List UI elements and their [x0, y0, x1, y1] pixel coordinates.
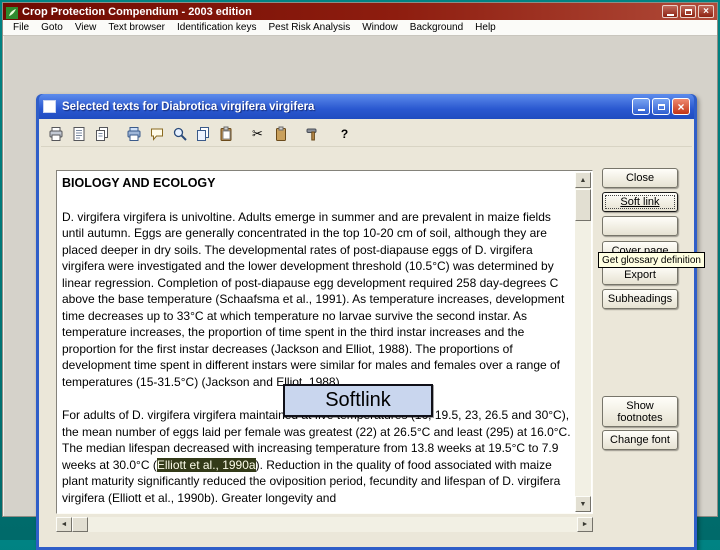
app-workspace: Selected texts for Diabrotica virgifera … [3, 36, 717, 550]
text-area: BIOLOGY AND ECOLOGY D. virgifera virgife… [56, 170, 593, 514]
button-label: Subheadings [607, 293, 673, 305]
help-icon[interactable]: ? [333, 123, 356, 144]
app-close-button[interactable]: × [698, 5, 714, 18]
button-label: Change font [610, 434, 670, 446]
app-minimize-button[interactable] [662, 5, 678, 18]
export-button[interactable]: Export [602, 265, 678, 285]
copy-pages-icon[interactable] [90, 123, 113, 144]
app-titlebar[interactable]: Crop Protection Compendium - 2003 editio… [3, 3, 717, 20]
menu-identification-keys[interactable]: Identification keys [171, 21, 263, 34]
tools-icon[interactable] [301, 123, 324, 144]
app-title: Crop Protection Compendium - 2003 editio… [22, 5, 252, 18]
button-label: Show footnotes [617, 399, 663, 424]
vertical-scrollbar-thumb[interactable] [575, 189, 591, 221]
softlink-popup-label: Softlink [325, 389, 391, 411]
close-button[interactable]: Close [602, 168, 678, 188]
annotation-icon[interactable] [145, 123, 168, 144]
close-icon: × [677, 99, 685, 114]
down-arrow-icon: ▼ [579, 500, 587, 508]
soft-link-button[interactable]: Soft link [602, 192, 678, 212]
doc-toolbar: ✂ ? [41, 121, 692, 147]
document-text[interactable]: BIOLOGY AND ECOLOGY D. virgifera virgife… [58, 172, 575, 512]
change-font-button[interactable]: Change font [602, 430, 678, 450]
close-icon: × [703, 5, 709, 17]
doc-window: Selected texts for Diabrotica virgifera … [36, 94, 705, 550]
app-window: Crop Protection Compendium - 2003 editio… [2, 2, 718, 550]
horizontal-scrollbar-thumb[interactable] [72, 517, 88, 532]
button-label: Export [624, 269, 656, 281]
button-label: Soft link [620, 196, 660, 208]
horizontal-scrollbar[interactable]: ◄ ► [56, 517, 593, 532]
scroll-left-button[interactable]: ◄ [56, 517, 72, 532]
app-menubar: File Goto View Text browser Identificati… [3, 20, 717, 36]
menu-window[interactable]: Window [356, 21, 404, 34]
tooltip-text: Get glossary definition [602, 254, 701, 266]
scroll-up-button[interactable]: ▲ [575, 172, 591, 188]
vertical-scrollbar[interactable]: ▲ ▼ [575, 172, 591, 512]
up-arrow-icon: ▲ [579, 176, 587, 184]
doc-window-icon [43, 100, 56, 113]
right-arrow-icon: ► [581, 521, 589, 528]
view-text-icon[interactable] [67, 123, 90, 144]
softlink-popup: Softlink [283, 384, 433, 417]
print-icon[interactable] [44, 123, 67, 144]
document-heading: BIOLOGY AND ECOLOGY [62, 176, 216, 190]
scroll-down-button[interactable]: ▼ [575, 496, 591, 512]
menu-text-browser[interactable]: Text browser [102, 21, 171, 34]
minimize-icon [666, 13, 674, 16]
paste-icon[interactable] [214, 123, 237, 144]
button-label: Close [625, 172, 655, 184]
doc-maximize-button[interactable] [652, 98, 670, 115]
menu-pest-risk-analysis[interactable]: Pest Risk Analysis [263, 21, 357, 34]
maximize-icon [657, 103, 665, 110]
doc-titlebar[interactable]: Selected texts for Diabrotica virgifera … [39, 94, 694, 119]
clipboard-icon[interactable] [269, 123, 292, 144]
menu-file[interactable]: File [7, 21, 35, 34]
menu-help[interactable]: Help [469, 21, 502, 34]
doc-window-title: Selected texts for Diabrotica virgifera … [62, 100, 315, 113]
doc-client-area: ✂ ? BIOLOGY AND ECOLOGY D. virgifera vir… [39, 119, 705, 547]
show-footnotes-button[interactable]: Show footnotes [602, 396, 678, 427]
doc-minimize-button[interactable] [632, 98, 650, 115]
menu-goto[interactable]: Goto [35, 21, 69, 34]
scroll-right-button[interactable]: ► [577, 517, 593, 532]
menu-view[interactable]: View [69, 21, 103, 34]
copy-icon[interactable] [191, 123, 214, 144]
print-selection-icon[interactable] [122, 123, 145, 144]
left-arrow-icon: ◄ [60, 521, 68, 528]
search-icon[interactable] [168, 123, 191, 144]
app-icon [6, 6, 18, 19]
doc-close-button[interactable]: × [672, 98, 690, 115]
subheadings-button[interactable]: Subheadings [602, 289, 678, 309]
glossary-tooltip: Get glossary definition [598, 252, 705, 268]
menu-background[interactable]: Background [404, 21, 469, 34]
maximize-icon [684, 8, 692, 15]
document-paragraph: D. virgifera virgifera is univoltine. Ad… [62, 209, 565, 389]
document-paragraph: For adults of D. virgifera virgifera mai… [62, 407, 573, 506]
cut-icon[interactable]: ✂ [246, 123, 269, 144]
app-maximize-button[interactable] [680, 5, 696, 18]
hidden-button[interactable] [602, 216, 678, 236]
softlink-citation[interactable]: Elliott et al., 1990a [156, 457, 256, 472]
minimize-icon [637, 108, 645, 111]
